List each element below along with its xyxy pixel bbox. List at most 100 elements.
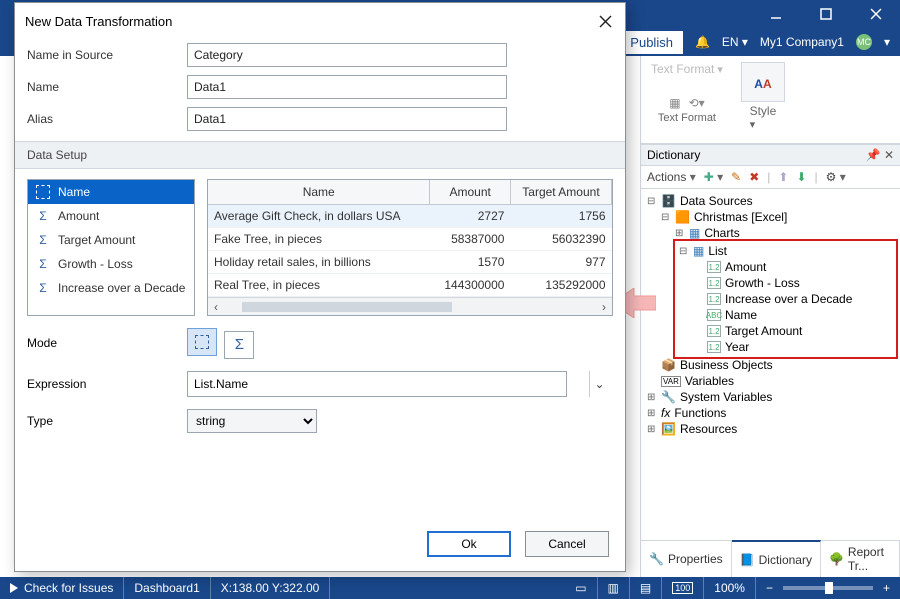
- tree-list-field[interactable]: 1.2Target Amount: [691, 323, 894, 339]
- company-dropdown-icon[interactable]: ▾: [884, 35, 890, 49]
- field-list-item[interactable]: ΣGrowth - Loss: [28, 252, 194, 276]
- preview-table: NameAmountTarget Amount Average Gift Che…: [207, 179, 613, 316]
- cancel-button[interactable]: Cancel: [525, 531, 609, 557]
- mode-dimension-button[interactable]: [187, 328, 217, 356]
- tree-list-field[interactable]: 1.2Amount: [691, 259, 894, 275]
- move-up-icon[interactable]: ⬆: [778, 170, 788, 184]
- tab-properties[interactable]: 🔧 Properties: [641, 541, 732, 577]
- tree-data-sources[interactable]: Data Sources: [680, 194, 753, 208]
- settings-icon[interactable]: ⚙: [826, 170, 846, 184]
- dialog-close-button[interactable]: [595, 11, 615, 31]
- view-mode-2-icon[interactable]: ▥: [598, 577, 630, 599]
- dictionary-tabs: 🔧 Properties 📘 Dictionary 🌳 Report Tr...: [641, 540, 900, 577]
- table-header[interactable]: Name: [208, 180, 430, 205]
- tree-business-objects[interactable]: Business Objects: [680, 358, 773, 372]
- zoom-label: 100%: [704, 577, 756, 599]
- highlighted-list-group: ⊟▦List 1.2Amount1.2Growth - Loss1.2Incre…: [673, 239, 898, 359]
- name-in-source-input[interactable]: [187, 43, 507, 67]
- scroll-right-icon[interactable]: ›: [596, 300, 612, 314]
- tree-system-variables[interactable]: System Variables: [680, 390, 772, 404]
- measure-icon: Σ: [36, 281, 50, 295]
- tree-list-field[interactable]: 1.2Growth - Loss: [691, 275, 894, 291]
- tree-functions[interactable]: Functions: [674, 406, 726, 420]
- actions-dropdown[interactable]: Actions: [647, 170, 696, 184]
- view-mode-1-icon[interactable]: ▭: [565, 577, 597, 599]
- zoom-out-button[interactable]: −: [766, 581, 773, 595]
- delete-item-icon[interactable]: ✖: [749, 170, 759, 184]
- field-type-icon: 1.2: [707, 293, 721, 305]
- scroll-left-icon[interactable]: ‹: [208, 300, 224, 314]
- tree-list-field[interactable]: ABCName: [691, 307, 894, 323]
- check-for-issues-button[interactable]: Check for Issues: [0, 577, 124, 599]
- field-type-icon: 1.2: [707, 341, 721, 353]
- table-row[interactable]: Fake Tree, in pieces5838700056032390: [208, 228, 612, 251]
- fields-list[interactable]: NameΣAmountΣTarget AmountΣGrowth - LossΣ…: [27, 179, 195, 316]
- close-panel-icon[interactable]: ✕: [884, 148, 894, 162]
- field-type-icon: 1.2: [707, 261, 721, 273]
- text-angle-icon[interactable]: ⟲▾: [689, 96, 705, 110]
- type-select[interactable]: string: [187, 409, 317, 433]
- field-list-item[interactable]: Name: [28, 180, 194, 204]
- tree-list-field[interactable]: 1.2Increase over a Decade: [691, 291, 894, 307]
- measure-icon: Σ: [36, 257, 50, 271]
- ribbon-text-format-group: Text Format ▾ ▦ ⟲▾ Text Format AA Style▾: [641, 56, 900, 144]
- word-wrap-icon[interactable]: ▦: [669, 96, 680, 110]
- dictionary-panel: Dictionary 📌 ✕ Actions ✚ ✎ ✖ | ⬆ ⬇ | ⚙ ⊟…: [641, 144, 900, 577]
- label-mode: Mode: [27, 336, 187, 350]
- pin-icon[interactable]: 📌: [866, 148, 881, 162]
- style-dropdown[interactable]: Style▾: [750, 104, 777, 131]
- publish-button[interactable]: Publish: [620, 31, 683, 54]
- business-objects-icon: 📦: [661, 358, 676, 372]
- view-mode-3-icon[interactable]: ▤: [630, 577, 662, 599]
- table-row[interactable]: Holiday retail sales, in billions1570977: [208, 251, 612, 274]
- field-type-icon: ABC: [707, 309, 721, 321]
- zoom-slider[interactable]: [783, 586, 873, 590]
- dictionary-tree[interactable]: ⊟🗄️Data Sources ⊟🟧Christmas [Excel] ⊞▦Ch…: [641, 189, 900, 540]
- tab-dictionary[interactable]: 📘 Dictionary: [732, 540, 821, 577]
- table-header[interactable]: Amount: [430, 180, 511, 205]
- field-list-item[interactable]: ΣAmount: [28, 204, 194, 228]
- field-list-item[interactable]: ΣIncrease over a Decade: [28, 276, 194, 300]
- zoom-100-button[interactable]: 100: [662, 577, 704, 599]
- tree-list[interactable]: List: [708, 244, 727, 258]
- name-input[interactable]: [187, 75, 507, 99]
- status-bar: Check for Issues Dashboard1 X:138.00 Y:3…: [0, 577, 900, 599]
- field-list-item[interactable]: ΣTarget Amount: [28, 228, 194, 252]
- tree-datasource[interactable]: Christmas [Excel]: [694, 210, 787, 224]
- text-format-dropdown[interactable]: Text Format ▾: [651, 62, 723, 76]
- table-row[interactable]: Real Tree, in pieces144300000135292000: [208, 274, 612, 297]
- close-app-button[interactable]: [856, 0, 896, 28]
- company-avatar[interactable]: MC: [856, 34, 872, 50]
- edit-item-icon[interactable]: ✎: [731, 170, 741, 184]
- play-icon: [10, 583, 18, 593]
- minimize-button[interactable]: [756, 0, 796, 28]
- ok-button[interactable]: Ok: [427, 531, 511, 557]
- table-header[interactable]: Target Amount: [510, 180, 611, 205]
- measure-icon: Σ: [36, 209, 50, 223]
- zoom-in-button[interactable]: +: [883, 581, 890, 595]
- table-icon: ▦: [693, 244, 704, 258]
- company-label[interactable]: My1 Company1: [760, 35, 844, 49]
- tree-charts[interactable]: Charts: [704, 226, 739, 240]
- expression-dropdown-icon[interactable]: ⌄: [589, 371, 609, 397]
- horizontal-scrollbar[interactable]: ‹ ›: [208, 297, 612, 315]
- document-tab[interactable]: Dashboard1: [124, 577, 210, 599]
- scroll-thumb[interactable]: [242, 302, 452, 312]
- dialog-title: New Data Transformation: [25, 14, 172, 29]
- alias-input[interactable]: [187, 107, 507, 131]
- tree-variables[interactable]: Variables: [685, 374, 734, 388]
- language-dropdown[interactable]: EN ▾: [722, 35, 748, 49]
- new-item-icon[interactable]: ✚: [704, 170, 723, 184]
- notifications-icon[interactable]: 🔔: [695, 35, 710, 49]
- tab-report-tree[interactable]: 🌳 Report Tr...: [821, 541, 900, 577]
- label-name-in-source: Name in Source: [27, 48, 187, 62]
- expression-input[interactable]: [187, 371, 567, 397]
- mode-measure-button[interactable]: Σ: [224, 331, 254, 359]
- tree-list-field[interactable]: 1.2Year: [691, 339, 894, 355]
- label-expression: Expression: [27, 377, 187, 391]
- maximize-button[interactable]: [806, 0, 846, 28]
- move-down-icon[interactable]: ⬇: [796, 170, 806, 184]
- table-row[interactable]: Average Gift Check, in dollars USA272717…: [208, 205, 612, 228]
- style-gallery-button[interactable]: AA: [741, 62, 785, 102]
- tree-resources[interactable]: Resources: [680, 422, 737, 436]
